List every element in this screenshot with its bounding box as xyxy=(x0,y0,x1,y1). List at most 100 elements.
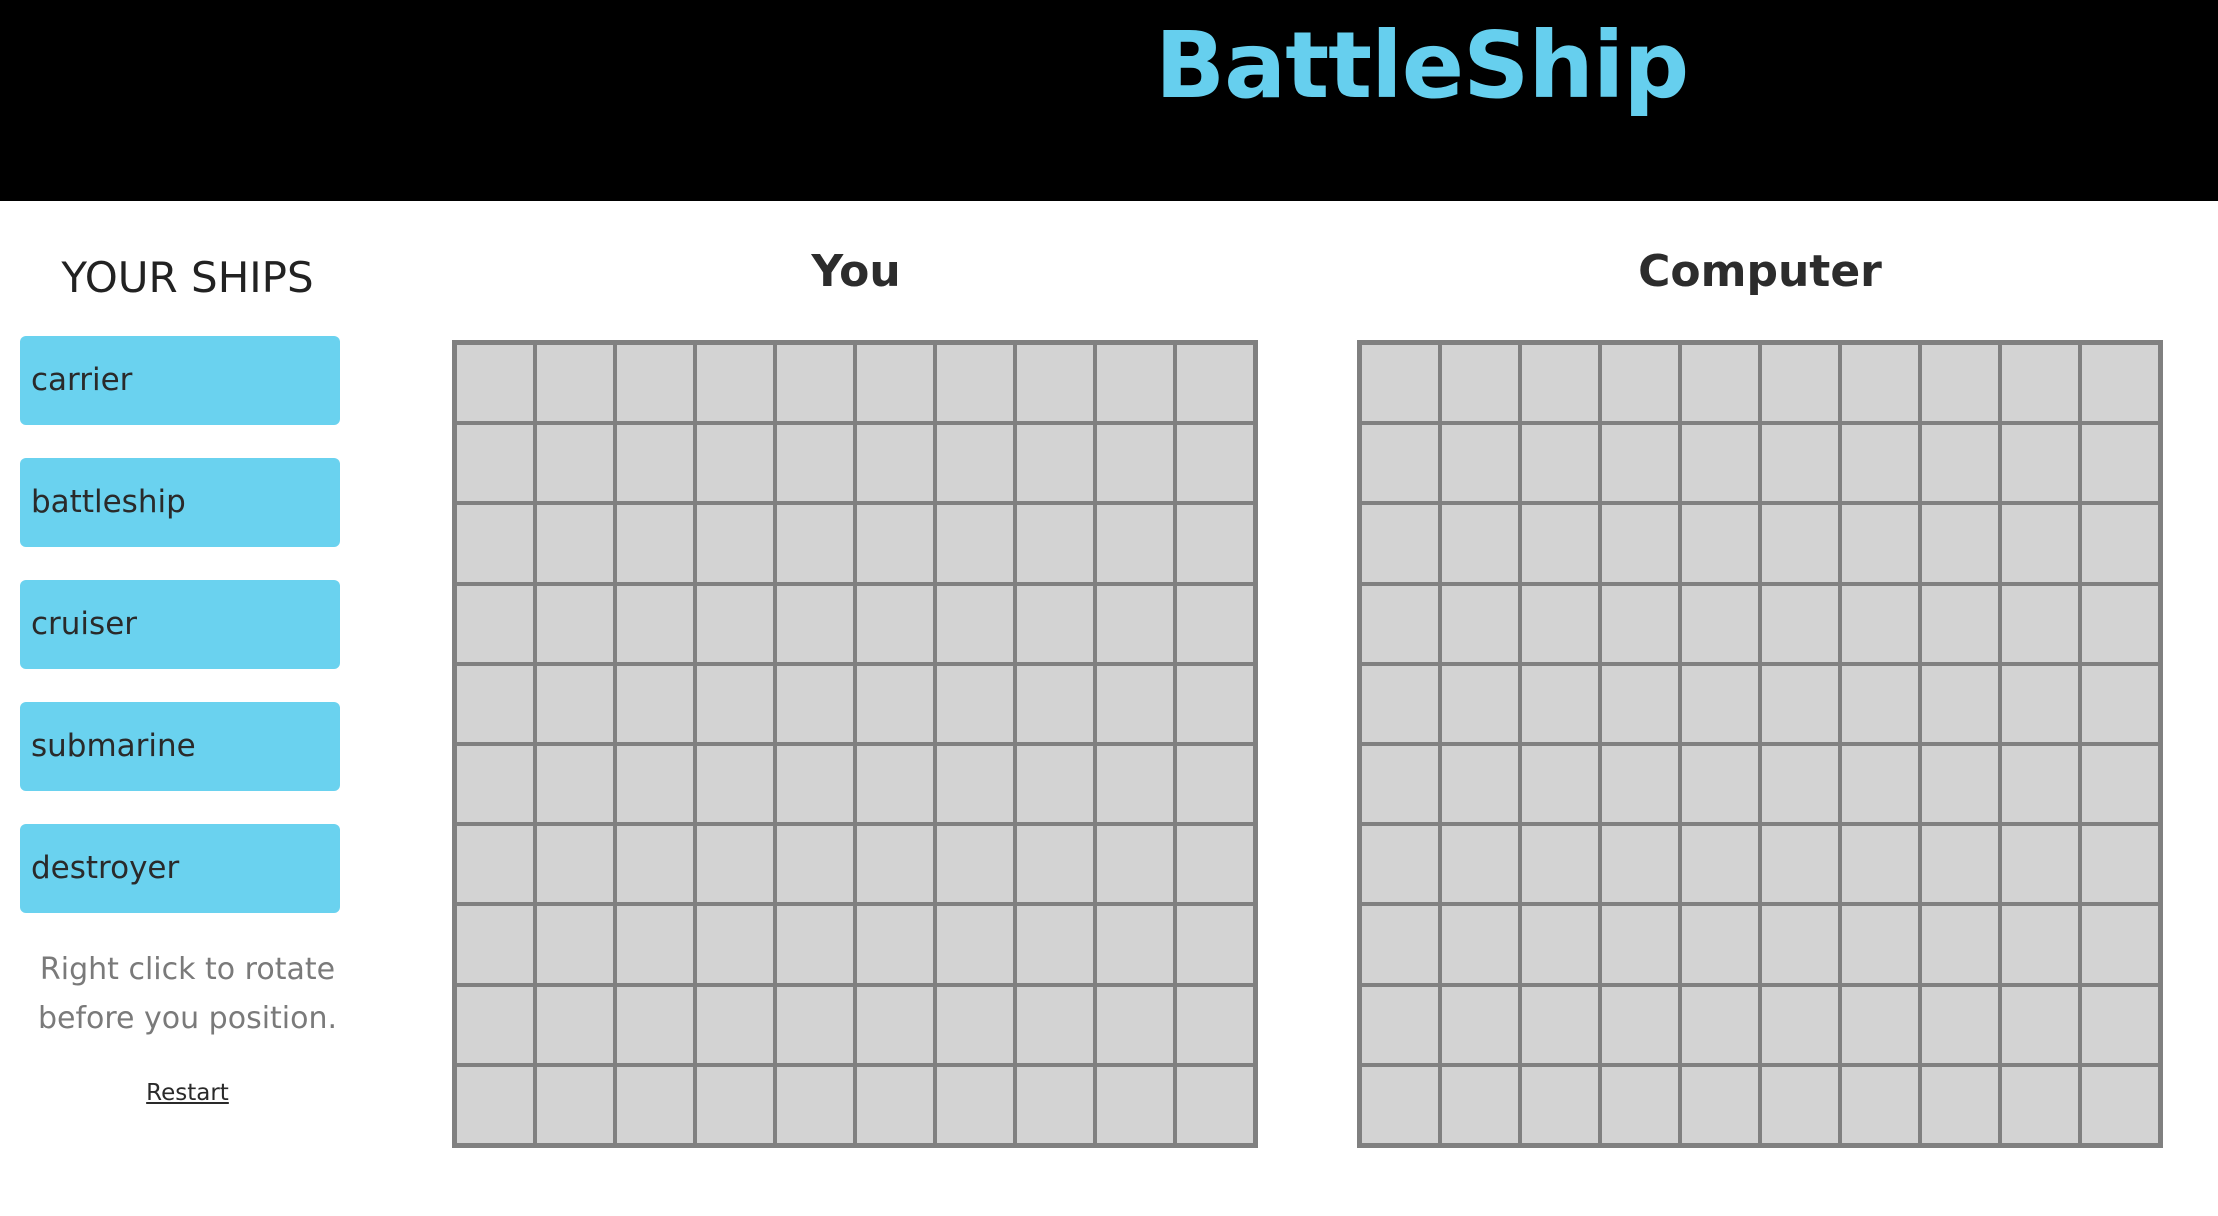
player-cell[interactable] xyxy=(455,904,535,985)
player-cell[interactable] xyxy=(455,743,535,825)
computer-cell[interactable] xyxy=(2080,423,2160,504)
computer-cell[interactable] xyxy=(1760,503,1840,584)
computer-cell[interactable] xyxy=(1680,1064,1760,1145)
player-cell[interactable] xyxy=(855,583,935,664)
player-cell[interactable] xyxy=(535,743,615,825)
computer-cell[interactable] xyxy=(1360,1064,1440,1145)
player-cell[interactable] xyxy=(855,824,935,905)
player-cell[interactable] xyxy=(1175,743,1255,825)
player-cell[interactable] xyxy=(1015,343,1095,424)
computer-cell[interactable] xyxy=(1520,743,1600,825)
player-cell[interactable] xyxy=(615,343,695,424)
computer-cell[interactable] xyxy=(1440,1064,1520,1145)
player-cell[interactable] xyxy=(695,904,775,985)
computer-cell[interactable] xyxy=(1760,583,1840,664)
player-cell[interactable] xyxy=(695,984,775,1065)
player-cell[interactable] xyxy=(455,984,535,1065)
player-cell[interactable] xyxy=(1175,423,1255,504)
player-cell[interactable] xyxy=(935,343,1015,424)
player-cell[interactable] xyxy=(1015,503,1095,584)
computer-cell[interactable] xyxy=(1920,984,2000,1065)
player-cell[interactable] xyxy=(695,583,775,664)
computer-cell[interactable] xyxy=(1680,984,1760,1065)
player-cell[interactable] xyxy=(775,503,855,584)
computer-cell[interactable] xyxy=(2000,503,2080,584)
computer-cell[interactable] xyxy=(1760,663,1840,744)
computer-cell[interactable] xyxy=(1600,984,1680,1065)
player-cell[interactable] xyxy=(1175,984,1255,1065)
computer-cell[interactable] xyxy=(1840,423,1920,504)
computer-cell[interactable] xyxy=(1520,503,1600,584)
player-cell[interactable] xyxy=(1175,904,1255,985)
computer-cell[interactable] xyxy=(1760,904,1840,985)
player-cell[interactable] xyxy=(615,904,695,985)
computer-cell[interactable] xyxy=(1840,1064,1920,1145)
computer-cell[interactable] xyxy=(2000,663,2080,744)
ship-cruiser[interactable]: cruiser xyxy=(20,580,340,669)
player-cell[interactable] xyxy=(855,984,935,1065)
computer-cell[interactable] xyxy=(1600,1064,1680,1145)
computer-cell[interactable] xyxy=(2000,1064,2080,1145)
computer-cell[interactable] xyxy=(1920,343,2000,424)
player-cell[interactable] xyxy=(1175,503,1255,584)
player-cell[interactable] xyxy=(535,663,615,744)
player-cell[interactable] xyxy=(455,663,535,744)
computer-cell[interactable] xyxy=(1520,824,1600,905)
computer-cell[interactable] xyxy=(1840,583,1920,664)
player-cell[interactable] xyxy=(455,1064,535,1145)
computer-cell[interactable] xyxy=(1440,343,1520,424)
player-cell[interactable] xyxy=(1015,904,1095,985)
computer-cell[interactable] xyxy=(1600,824,1680,905)
player-cell[interactable] xyxy=(775,583,855,664)
restart-link[interactable]: Restart xyxy=(0,1075,375,1111)
player-cell[interactable] xyxy=(775,984,855,1065)
computer-cell[interactable] xyxy=(2080,663,2160,744)
player-cell[interactable] xyxy=(1095,663,1175,744)
computer-cell[interactable] xyxy=(1680,343,1760,424)
player-cell[interactable] xyxy=(455,343,535,424)
player-cell[interactable] xyxy=(1015,1064,1095,1145)
player-cell[interactable] xyxy=(615,984,695,1065)
computer-cell[interactable] xyxy=(1520,663,1600,744)
player-cell[interactable] xyxy=(535,904,615,985)
player-cell[interactable] xyxy=(695,824,775,905)
player-cell[interactable] xyxy=(455,503,535,584)
player-cell[interactable] xyxy=(1175,583,1255,664)
computer-cell[interactable] xyxy=(1360,904,1440,985)
player-cell[interactable] xyxy=(615,503,695,584)
computer-cell[interactable] xyxy=(1600,423,1680,504)
player-cell[interactable] xyxy=(535,503,615,584)
player-cell[interactable] xyxy=(855,503,935,584)
computer-cell[interactable] xyxy=(2000,423,2080,504)
computer-cell[interactable] xyxy=(1920,423,2000,504)
player-cell[interactable] xyxy=(775,343,855,424)
computer-cell[interactable] xyxy=(1360,423,1440,504)
computer-cell[interactable] xyxy=(1440,904,1520,985)
computer-cell[interactable] xyxy=(1840,743,1920,825)
computer-cell[interactable] xyxy=(1520,1064,1600,1145)
player-cell[interactable] xyxy=(1015,824,1095,905)
player-cell[interactable] xyxy=(535,583,615,664)
player-cell[interactable] xyxy=(775,904,855,985)
player-cell[interactable] xyxy=(855,743,935,825)
computer-cell[interactable] xyxy=(1440,423,1520,504)
computer-cell[interactable] xyxy=(1680,583,1760,664)
player-cell[interactable] xyxy=(775,743,855,825)
computer-cell[interactable] xyxy=(2080,984,2160,1065)
computer-cell[interactable] xyxy=(1600,904,1680,985)
player-cell[interactable] xyxy=(695,743,775,825)
computer-cell[interactable] xyxy=(1520,583,1600,664)
computer-cell[interactable] xyxy=(2000,904,2080,985)
player-cell[interactable] xyxy=(1095,984,1175,1065)
player-cell[interactable] xyxy=(695,343,775,424)
computer-cell[interactable] xyxy=(1680,904,1760,985)
player-cell[interactable] xyxy=(855,343,935,424)
player-cell[interactable] xyxy=(535,343,615,424)
computer-cell[interactable] xyxy=(1600,743,1680,825)
computer-cell[interactable] xyxy=(1840,904,1920,985)
computer-cell[interactable] xyxy=(1600,663,1680,744)
computer-cell[interactable] xyxy=(2080,904,2160,985)
player-cell[interactable] xyxy=(615,743,695,825)
player-cell[interactable] xyxy=(855,1064,935,1145)
computer-cell[interactable] xyxy=(1920,1064,2000,1145)
